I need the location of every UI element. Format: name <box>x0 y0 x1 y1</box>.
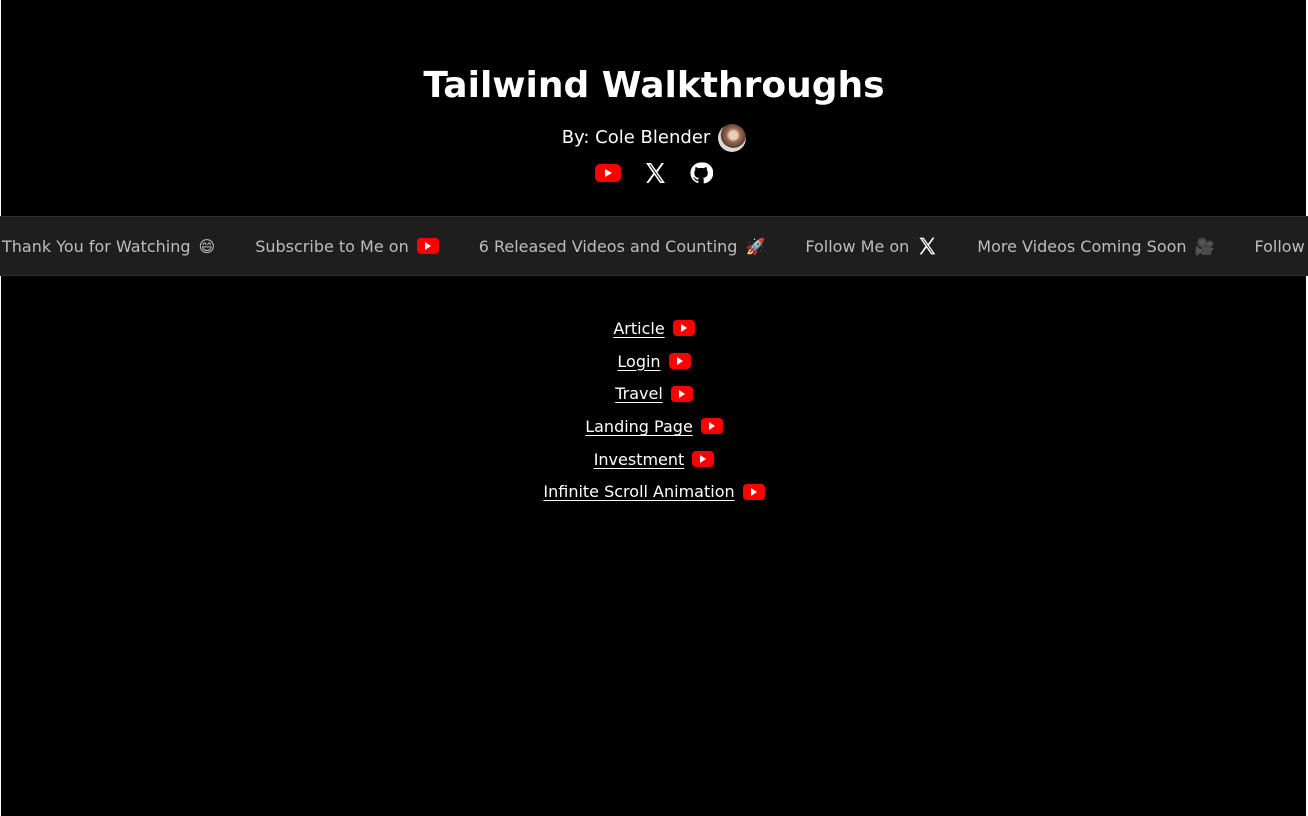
youtube-icon[interactable] <box>668 353 691 370</box>
avatar <box>718 124 747 152</box>
youtube-icon[interactable] <box>742 483 765 500</box>
marquee-item: Follow Me <box>1254 237 1308 256</box>
list-item: Investment <box>594 447 715 472</box>
marquee-item: More Videos Coming Soon 🎥 <box>977 237 1214 256</box>
x-icon <box>919 237 936 255</box>
smile-emoji-icon: 😄 <box>198 236 216 256</box>
youtube-icon[interactable] <box>692 451 715 468</box>
marquee-item: Subscribe to Me on <box>255 237 439 256</box>
x-icon <box>646 163 665 183</box>
youtube-icon <box>595 164 621 182</box>
marquee-item-text: 6 Released Videos and Counting <box>478 236 738 256</box>
marquee-track: Thank You for Watching 😄 Subscribe to Me… <box>2 217 1308 275</box>
marquee-item-text: Subscribe to Me on <box>255 236 409 256</box>
list-item: Login <box>617 349 691 374</box>
youtube-icon <box>416 238 439 254</box>
link-landing-page[interactable]: Landing Page <box>585 417 693 436</box>
github-link[interactable] <box>689 161 713 185</box>
list-item: Article <box>613 316 695 341</box>
link-login[interactable]: Login <box>617 352 660 371</box>
youtube-link[interactable] <box>595 164 621 182</box>
list-item: Landing Page <box>585 414 723 439</box>
author-name: By: Cole Blender <box>561 127 711 148</box>
link-article[interactable]: Article <box>613 319 664 338</box>
video-camera-emoji-icon: 🎥 <box>1194 236 1215 256</box>
marquee-item-text: Thank You for Watching <box>2 236 191 256</box>
x-link[interactable] <box>643 161 667 185</box>
page: Tailwind Walkthroughs By: Cole Blender T… <box>0 0 1308 816</box>
marquee-item: Thank You for Watching 😄 <box>2 237 215 256</box>
github-icon <box>690 162 713 184</box>
youtube-icon[interactable] <box>670 385 693 402</box>
header: Tailwind Walkthroughs By: Cole Blender <box>0 0 1308 188</box>
link-travel[interactable]: Travel <box>615 384 663 403</box>
walkthrough-links: Article Login Travel Landing Page Invest… <box>0 316 1308 504</box>
marquee-item: 6 Released Videos and Counting 🚀 <box>479 237 766 256</box>
link-investment[interactable]: Investment <box>594 450 685 469</box>
page-title: Tailwind Walkthroughs <box>423 65 885 106</box>
marquee-item-text: Follow Me on <box>805 236 910 256</box>
youtube-icon[interactable] <box>672 320 695 337</box>
link-infinite-scroll-animation[interactable]: Infinite Scroll Animation <box>543 482 734 501</box>
marquee-item-text: More Videos Coming Soon <box>977 236 1187 256</box>
rocket-emoji-icon: 🚀 <box>745 236 766 256</box>
list-item: Infinite Scroll Animation <box>543 479 765 504</box>
byline: By: Cole Blender <box>0 124 1308 152</box>
youtube-icon[interactable] <box>700 418 723 435</box>
marquee-banner: Thank You for Watching 😄 Subscribe to Me… <box>0 216 1308 276</box>
social-links <box>0 158 1308 188</box>
list-item: Travel <box>615 381 693 406</box>
marquee-item: Follow Me on <box>805 236 937 256</box>
marquee-item-text: Follow Me <box>1254 236 1308 256</box>
